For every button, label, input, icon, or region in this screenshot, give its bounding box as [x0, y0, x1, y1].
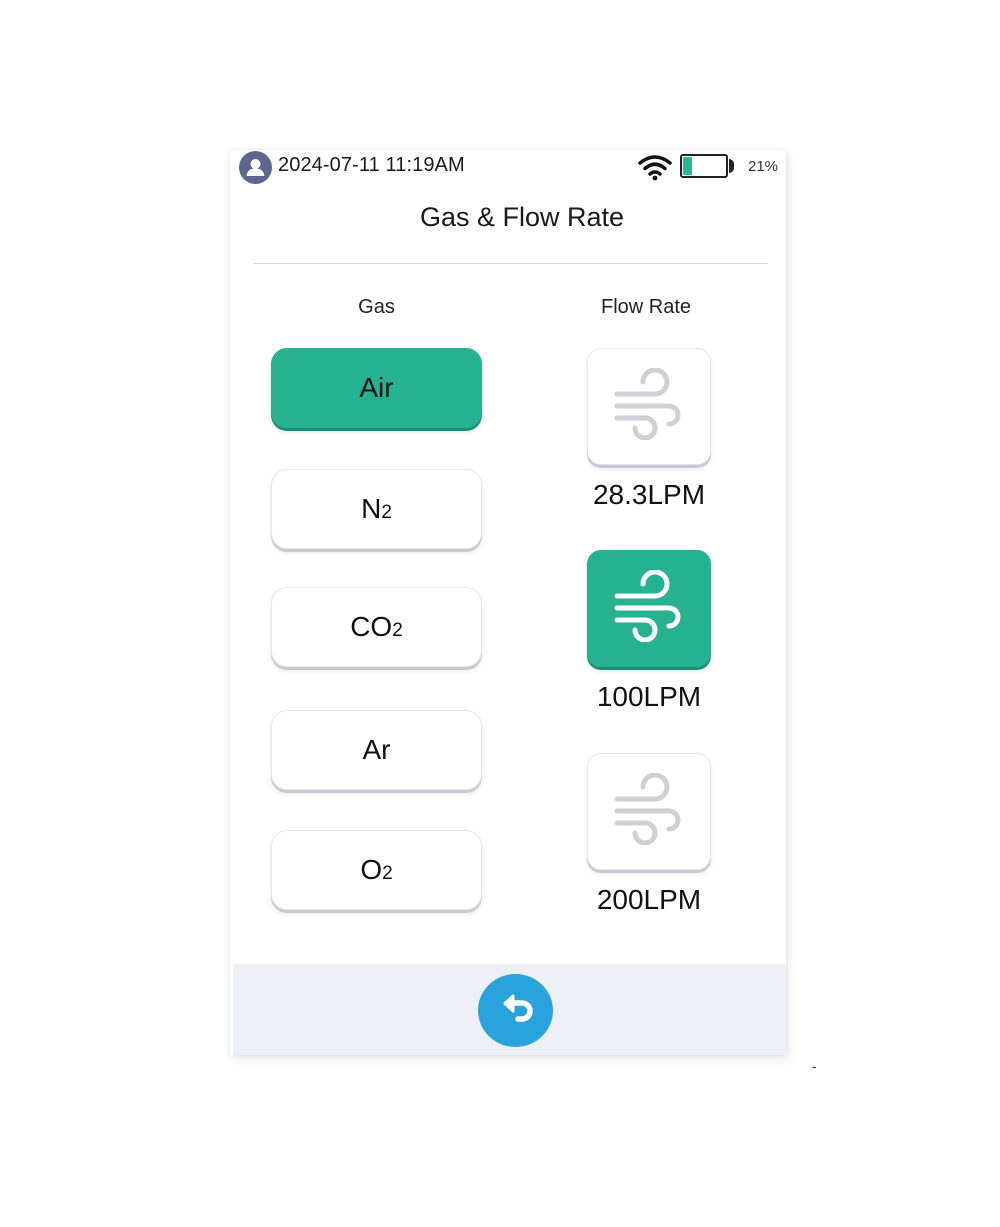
corner-mark: -	[812, 1058, 817, 1074]
gas-option-air[interactable]: Air	[271, 348, 482, 428]
battery-cap	[729, 159, 734, 173]
battery-level	[683, 157, 692, 175]
gas-option-label: N	[361, 493, 382, 524]
gas-option-subscript: 2	[382, 863, 393, 884]
flow-rate-option-100lpm[interactable]	[587, 550, 711, 667]
flow-rate-column-heading: Flow Rate	[600, 296, 692, 318]
back-arrow-icon	[503, 994, 533, 1022]
wind-icon	[611, 772, 687, 850]
flow-rate-option-200lpm[interactable]	[587, 753, 711, 870]
wind-icon	[611, 569, 687, 647]
status-bar: 2024-07-11 11:19AM 21%	[230, 150, 786, 184]
gas-column-heading: Gas	[358, 296, 395, 318]
wind-icon	[611, 367, 687, 445]
flow-rate-label: 200LPM	[596, 884, 702, 915]
title-divider	[254, 263, 768, 264]
flow-rate-label: 100LPM	[596, 681, 702, 712]
user-avatar-icon[interactable]	[239, 151, 272, 184]
gas-option-ar[interactable]: Ar	[271, 710, 482, 790]
gas-option-n2[interactable]: N2	[271, 469, 482, 549]
battery-icon	[680, 154, 728, 178]
gas-option-subscript: 2	[392, 620, 403, 641]
device-screen: 2024-07-11 11:19AM 21% Gas & Flow Rate G…	[230, 150, 786, 1055]
gas-option-label: CO	[350, 611, 393, 642]
gas-option-label: O	[360, 854, 383, 885]
wifi-icon	[638, 153, 672, 186]
flow-rate-label: 28.3LPM	[592, 479, 706, 510]
gas-option-label: Air	[359, 372, 394, 403]
page-title: Gas & Flow Rate	[419, 202, 625, 232]
back-button[interactable]	[478, 974, 553, 1047]
gas-option-subscript: 2	[381, 502, 392, 523]
bottom-bar	[233, 964, 786, 1055]
gas-option-o2[interactable]: O2	[271, 830, 482, 910]
gas-option-co2[interactable]: CO 2	[271, 587, 482, 667]
gas-option-label: Ar	[362, 734, 391, 765]
status-datetime: 2024-07-11 11:19AM	[278, 154, 465, 176]
flow-rate-option-28-3lpm[interactable]	[587, 348, 711, 465]
battery-percentage: 21%	[748, 158, 779, 175]
